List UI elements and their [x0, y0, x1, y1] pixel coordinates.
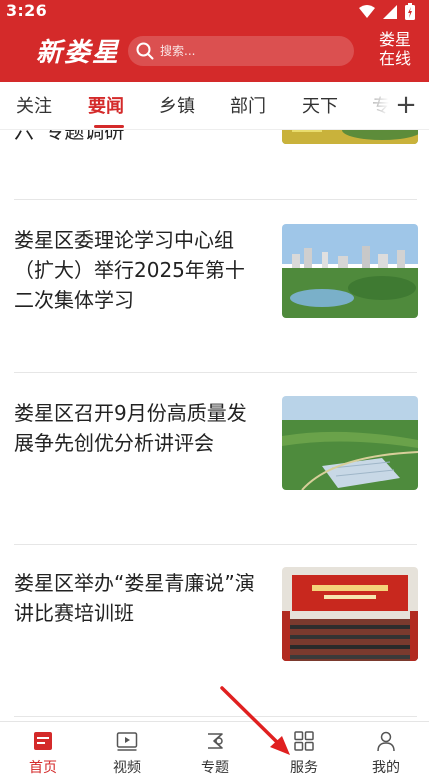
header-bar: 3:26 新娄星 娄星 在线	[0, 0, 429, 82]
nav-home[interactable]: 首页	[0, 722, 86, 775]
divider	[14, 544, 417, 545]
tab-bumen[interactable]: 部门	[230, 92, 266, 118]
tab-tianxia[interactable]: 天下	[302, 92, 338, 118]
divider	[14, 199, 417, 200]
status-time: 3:26	[6, 1, 47, 20]
divider	[14, 372, 417, 373]
nav-video[interactable]: 视频	[84, 722, 170, 775]
article-title: 六”专题调研	[14, 130, 125, 143]
article-thumbnail	[282, 224, 418, 318]
app-logo[interactable]: 新娄星	[36, 32, 120, 69]
nav-label: 服务	[290, 760, 318, 775]
tab-yaowen[interactable]: 要闻	[88, 92, 124, 118]
article-thumbnail	[282, 396, 418, 490]
battery-icon	[405, 3, 415, 20]
nav-label: 首页	[29, 760, 57, 775]
signal-icon	[383, 4, 397, 19]
tab-xiangzhen[interactable]: 乡镇	[159, 92, 195, 118]
status-bar: 3:26	[0, 0, 429, 24]
wifi-icon	[359, 4, 375, 18]
search-box[interactable]	[128, 36, 354, 66]
video-icon	[116, 732, 138, 751]
category-tabs: 关注 要闻 乡镇 部门 天下 专 +	[0, 82, 429, 130]
nav-label: 视频	[113, 760, 141, 775]
nav-label: 专题	[201, 760, 229, 775]
person-icon	[377, 731, 395, 752]
article-thumbnail	[282, 130, 418, 144]
active-tab-indicator	[94, 125, 124, 128]
topic-icon	[208, 733, 223, 749]
nav-label: 我的	[372, 760, 400, 775]
article-title: 娄星区举办“娄星青廉说”演讲比赛培训班	[14, 571, 255, 625]
search-input[interactable]	[160, 44, 340, 58]
app-bar: 新娄星 娄星 在线	[0, 24, 429, 82]
tab-fade	[349, 82, 389, 129]
nav-service[interactable]: 服务	[261, 722, 347, 775]
article-thumbnail	[282, 567, 418, 661]
app-screen: 3:26 新娄星 娄星 在线 关注 要闻 乡镇 部门 天下 专	[0, 0, 429, 775]
status-icons	[359, 3, 415, 20]
grid-icon	[294, 731, 314, 751]
article-title: 娄星区委理论学习中心组（扩大）举行2025年第十二次集体学习	[14, 228, 245, 312]
tab-guanzhu[interactable]: 关注	[16, 92, 52, 118]
add-channel-button[interactable]: +	[389, 82, 423, 129]
article-title: 娄星区召开9月份高质量发展争先创优分析讲评会	[14, 401, 247, 455]
nav-topic[interactable]: 专题	[172, 722, 258, 775]
region-line1: 娄星	[378, 30, 411, 49]
home-icon	[34, 732, 52, 750]
divider	[14, 716, 417, 717]
region-button[interactable]: 娄星 在线	[377, 30, 413, 68]
region-line2: 在线	[378, 49, 411, 68]
bottom-navigation: 首页 视频 专题 服务 我的	[0, 721, 429, 775]
news-feed[interactable]: 六”专题调研 娄星区委理论学习中心组（扩大）举行2025年第十二次集体学习 娄星…	[0, 130, 429, 721]
nav-profile[interactable]: 我的	[343, 722, 429, 775]
search-icon	[136, 42, 154, 60]
